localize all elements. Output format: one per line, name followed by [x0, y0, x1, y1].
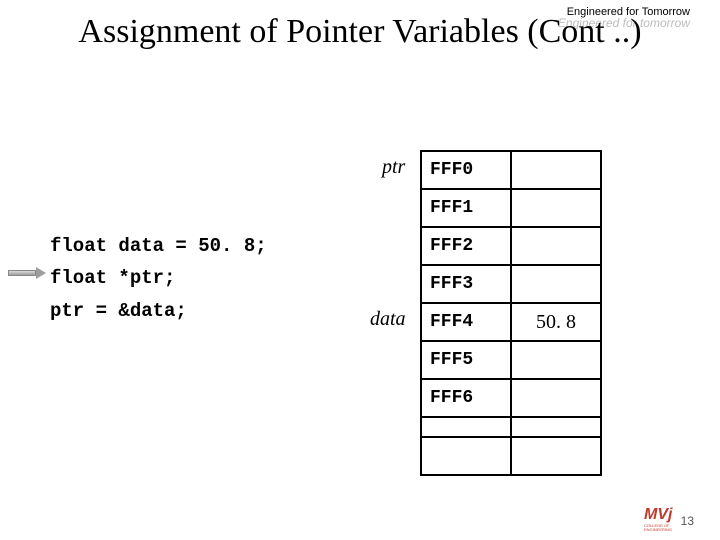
val-cell: [510, 378, 602, 418]
logo-text: MVj: [644, 506, 698, 524]
addr-cell: FFF3: [420, 264, 512, 304]
code-block: float data = 50. 8; float *ptr; ptr = &d…: [50, 230, 267, 327]
mem-row: FFF3: [420, 264, 602, 302]
memory-diagram: FFF0 FFF1 FFF2 FFF3 FFF4 50. 8 FFF5 FFF6: [420, 150, 602, 474]
addr-cell: FFF0: [420, 150, 512, 190]
addr-cell: FFF6: [420, 378, 512, 418]
slide-title: Assignment of Pointer Variables (Cont ..…: [20, 12, 700, 53]
mem-row: FFF1: [420, 188, 602, 226]
addr-cell: FFF4: [420, 302, 512, 342]
label-ptr: ptr: [382, 156, 405, 179]
mem-gap-row: [420, 416, 602, 436]
addr-cell: FFF2: [420, 226, 512, 266]
val-cell: [510, 264, 602, 304]
code-line-2: float *ptr;: [50, 262, 267, 294]
college-logo: MVj COLLEGE OF ENGINEERING: [644, 506, 698, 534]
addr-cell: FFF5: [420, 340, 512, 380]
code-line-1: float data = 50. 8;: [50, 230, 267, 262]
mem-row: FFF5: [420, 340, 602, 378]
val-cell: [510, 436, 602, 476]
addr-cell: [420, 436, 512, 476]
val-cell: [510, 226, 602, 266]
val-cell: [510, 150, 602, 190]
mem-row: FFF0: [420, 150, 602, 188]
val-cell: [510, 340, 602, 380]
logo-subtext: COLLEGE OF ENGINEERING: [644, 524, 698, 532]
addr-cell: FFF1: [420, 188, 512, 228]
mem-row: FFF2: [420, 226, 602, 264]
mem-row: [420, 436, 602, 474]
val-cell: 50. 8: [510, 302, 602, 342]
val-cell: [510, 188, 602, 228]
mem-row: FFF6: [420, 378, 602, 416]
current-line-arrow: [8, 267, 46, 279]
label-data: data: [370, 308, 406, 331]
code-line-3: ptr = &data;: [50, 295, 267, 327]
mem-row: FFF4 50. 8: [420, 302, 602, 340]
